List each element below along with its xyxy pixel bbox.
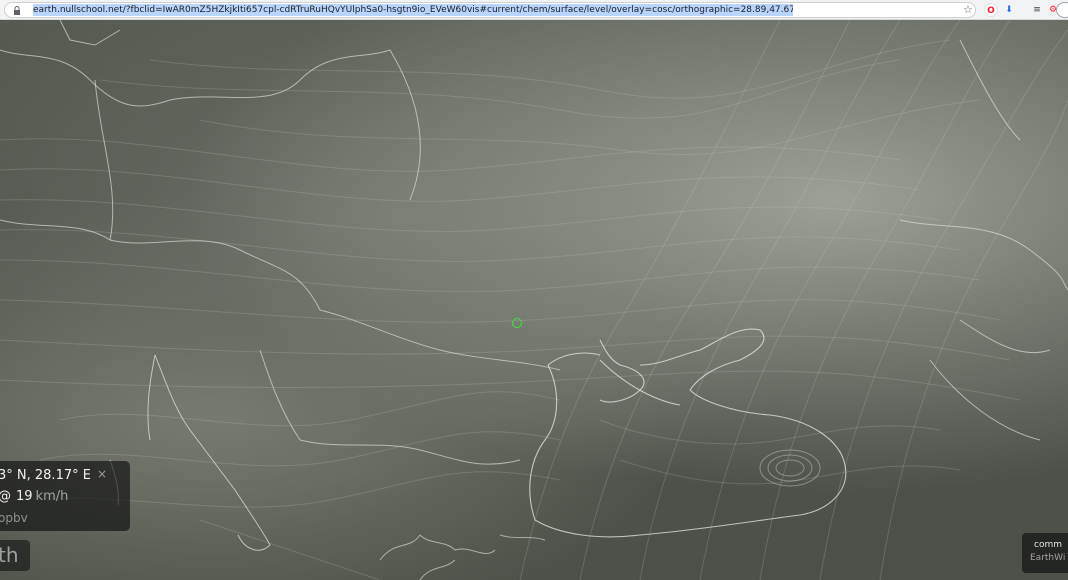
wind-speed: 19 [16, 489, 33, 504]
overlay-value[interactable]: opbv [0, 511, 28, 525]
lock-icon[interactable] [13, 6, 21, 15]
vortex [759, 449, 821, 487]
wind-map[interactable] [0, 20, 1068, 580]
profile-icon[interactable] [1056, 2, 1068, 18]
location-marker[interactable] [512, 318, 522, 328]
opera-icon[interactable]: O [984, 3, 998, 17]
location-info-panel: 3° N, 28.17° E × @19km/h opbv [0, 461, 130, 531]
browser-toolbar: earth.nullschool.net/?fbclid=IwAR0mZ5HZk… [0, 0, 1068, 20]
download-icon[interactable]: ⬇ [1002, 3, 1016, 17]
italy-coast [109, 354, 271, 551]
aegean-coast [379, 534, 546, 580]
star-icon[interactable]: ☆ [963, 4, 973, 16]
reading-list-icon[interactable]: ≡ [1030, 3, 1044, 17]
address-bar[interactable]: earth.nullschool.net/?fbclid=IwAR0mZ5HZk… [4, 2, 976, 18]
url-text[interactable]: earth.nullschool.net/?fbclid=IwAR0mZ5HZk… [33, 4, 793, 16]
country-borders [0, 20, 1068, 465]
earth-menu-button[interactable]: th [0, 540, 30, 571]
location-coordinates: 3° N, 28.17° E [0, 468, 91, 483]
attribution-panel[interactable]: comm EarthWi [1022, 533, 1068, 573]
wind-unit[interactable]: km/h [36, 489, 69, 504]
wind-streamlines [0, 20, 1068, 580]
attribution-line-1: comm [1034, 540, 1062, 550]
wind-at-symbol: @ [0, 489, 11, 504]
black-sea-coast [529, 328, 847, 538]
map-graphics [0, 20, 1068, 580]
attribution-line-2: EarthWi [1030, 553, 1066, 563]
wind-readout: @19km/h [0, 489, 68, 504]
close-icon[interactable]: × [97, 467, 107, 481]
app-window: earth.nullschool.net/?fbclid=IwAR0mZ5HZk… [0, 0, 1068, 580]
